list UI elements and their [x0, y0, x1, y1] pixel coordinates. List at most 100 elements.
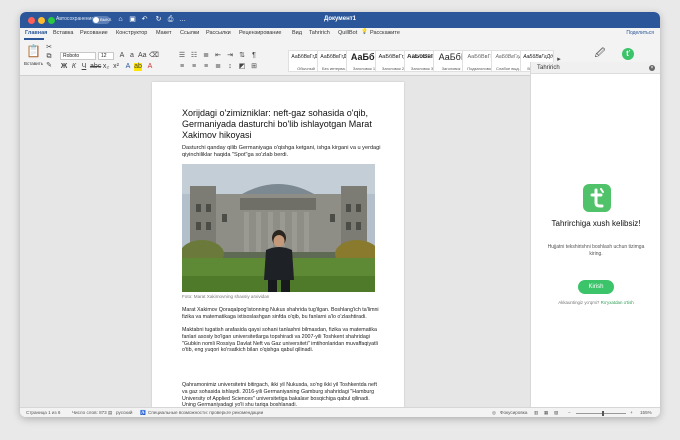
zoom-in-icon[interactable]: +: [630, 410, 633, 415]
home-icon[interactable]: ⌂: [116, 16, 125, 24]
accessibility-status[interactable]: Специальные возможности: проверьте реком…: [148, 410, 263, 415]
clipboard-icon[interactable]: 📋: [26, 44, 41, 58]
increase-indent-icon[interactable]: ⇥: [226, 52, 234, 60]
tahririch-logo-icon[interactable]: ť: [622, 48, 634, 60]
word-window: Автосохранение ВЫКЛ. ⌂ ▣ ↶ ↻ ⎙ … Докумен…: [20, 12, 660, 417]
page-count[interactable]: Страница 1 из 6: [26, 410, 60, 415]
article-photo[interactable]: [182, 164, 375, 292]
numbering-icon[interactable]: ☷: [190, 52, 198, 60]
highlight-icon[interactable]: ab: [134, 63, 142, 71]
tab-mailings[interactable]: Рассылки: [206, 30, 231, 36]
word-count[interactable]: Число слов: 873: [72, 410, 107, 415]
zoom-out-icon[interactable]: −: [568, 410, 571, 415]
multilevel-list-icon[interactable]: ≣: [202, 52, 210, 60]
autosave-label: Автосохранение: [56, 16, 95, 22]
tab-tell-me[interactable]: Расскажите: [370, 30, 400, 36]
language[interactable]: русский: [116, 410, 132, 415]
view-read-icon[interactable]: ▥: [534, 410, 538, 416]
bullets-icon[interactable]: ☰: [178, 52, 186, 60]
autosave-toggle[interactable]: ВЫКЛ.: [92, 16, 113, 24]
text-effects-icon[interactable]: A: [124, 63, 132, 71]
cut-icon[interactable]: ✂: [45, 44, 53, 52]
change-case-icon[interactable]: Aa: [138, 52, 147, 60]
style-sample: АаБбВвГгДд: [523, 54, 553, 60]
paragraph: Qahramonimiz universitetni bitirgach, ik…: [182, 382, 377, 407]
login-hint: Hujjatni tekshirishni boshlash uchun tiz…: [547, 244, 645, 257]
font-name-select[interactable]: Roboto: [60, 52, 96, 60]
no-account-text: Akkauntingiz yo'qmi?: [558, 300, 600, 305]
sort-icon[interactable]: ⇅: [238, 52, 246, 60]
zoom-level[interactable]: 155%: [640, 410, 652, 415]
article-title: Xorijdagi o'zimizniklar: neft-gaz sohasi…: [182, 108, 372, 140]
zoom-window-button[interactable]: [48, 17, 55, 24]
line-spacing-icon[interactable]: ↕: [226, 63, 234, 71]
proofing-icon[interactable]: ▤: [108, 410, 112, 416]
tab-view[interactable]: Вид: [292, 30, 302, 36]
document-page[interactable]: Xorijdagi o'zimizniklar: neft-gaz sohasi…: [152, 82, 404, 407]
grow-font-icon[interactable]: A: [118, 52, 126, 60]
italic-icon[interactable]: К: [70, 63, 78, 71]
close-window-button[interactable]: [28, 17, 35, 24]
font-color-icon[interactable]: A: [146, 63, 154, 71]
font-size-select[interactable]: 12: [98, 52, 114, 60]
align-left-icon[interactable]: ≡: [178, 63, 186, 71]
clear-format-icon[interactable]: ⌫: [149, 52, 159, 60]
panel-header: Tahririch ×: [531, 62, 660, 74]
underline-icon[interactable]: Ч: [80, 63, 88, 71]
accessibility-icon: ♿: [140, 410, 146, 415]
decrease-indent-icon[interactable]: ⇤: [214, 52, 222, 60]
focus-mode[interactable]: Фокусировка: [500, 410, 527, 415]
tab-quillbot[interactable]: QuillBot: [338, 30, 357, 36]
tab-insert[interactable]: Вставка: [53, 30, 73, 36]
redo-icon[interactable]: ↻: [154, 16, 163, 24]
superscript-icon[interactable]: x²: [112, 63, 120, 71]
save-icon[interactable]: ▣: [128, 16, 137, 24]
borders-icon[interactable]: ⊞: [250, 63, 258, 71]
status-bar: Страница 1 из 6 Число слов: 873 ▤ русски…: [20, 407, 660, 417]
view-web-icon[interactable]: ▧: [554, 410, 558, 416]
align-right-icon[interactable]: ≡: [202, 63, 210, 71]
lightbulb-icon: 💡: [361, 29, 368, 35]
share-button[interactable]: Поделиться: [626, 30, 654, 36]
view-print-icon[interactable]: ▦: [544, 410, 548, 416]
autosave-state: ВЫКЛ.: [100, 17, 113, 22]
close-icon[interactable]: ×: [649, 65, 655, 71]
bold-icon[interactable]: Ж: [60, 63, 68, 71]
tab-home[interactable]: Главная: [25, 30, 47, 36]
zoom-slider-handle[interactable]: [602, 411, 605, 416]
register-link[interactable]: Ro'yxatdan o'tish: [601, 300, 634, 305]
tab-references[interactable]: Ссылки: [180, 30, 199, 36]
pilcrow-icon[interactable]: ¶: [250, 52, 258, 60]
justify-icon[interactable]: ≣: [214, 63, 222, 71]
tab-layout[interactable]: Макет: [156, 30, 172, 36]
zoom-slider[interactable]: [576, 411, 626, 416]
styles-pane-icon[interactable]: 🖉: [594, 48, 606, 60]
tahririch-logo-glyph: [590, 188, 604, 208]
account-line: Akkauntingiz yo'qmi? Ro'yxatdan o'tish: [535, 300, 657, 305]
paragraph: Maktabni tugatish arafasida qaysi sohani…: [182, 327, 378, 354]
tab-design[interactable]: Конструктор: [116, 30, 147, 36]
subscript-icon[interactable]: x₂: [102, 63, 110, 71]
print-icon[interactable]: ⎙: [166, 16, 175, 24]
toggle-knob: [93, 17, 99, 23]
shrink-font-icon[interactable]: a: [128, 52, 136, 60]
paste-label[interactable]: Вставить: [24, 61, 43, 66]
tab-review[interactable]: Рецензирование: [239, 30, 281, 36]
tab-tahririch[interactable]: Tahririch: [309, 30, 330, 36]
paragraph: Marat Xakimov Qoraqalpog'istonning Nukus…: [182, 307, 379, 320]
align-center-icon[interactable]: ≡: [190, 63, 198, 71]
minimize-window-button[interactable]: [38, 17, 45, 24]
copy-icon[interactable]: ⧉: [45, 53, 53, 61]
tab-draw[interactable]: Рисование: [80, 30, 108, 36]
ribbon-tabs: Главная Вставка Рисование Конструктор Ма…: [20, 28, 660, 40]
login-button[interactable]: Kirish: [578, 280, 614, 294]
format-painter-icon[interactable]: ✎: [45, 62, 53, 70]
focus-icon: ◎: [492, 410, 497, 415]
more-icon[interactable]: …: [178, 16, 187, 24]
document-title: Документ1: [324, 16, 356, 22]
strikethrough-icon[interactable]: abc: [90, 63, 101, 71]
document-area[interactable]: Xorijdagi o'zimizniklar: neft-gaz sohasi…: [20, 76, 530, 407]
shading-icon[interactable]: ◩: [238, 63, 246, 71]
welcome-heading: Tahrirchiga xush kelibsiz!: [551, 219, 641, 228]
undo-icon[interactable]: ↶: [140, 16, 149, 24]
